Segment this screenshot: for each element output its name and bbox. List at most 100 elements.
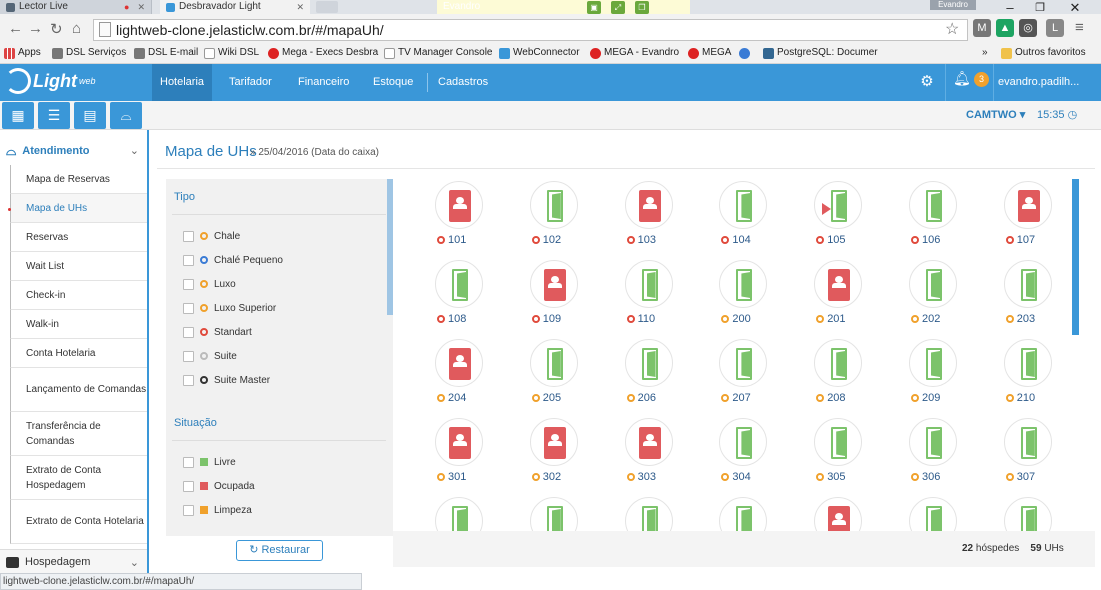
room-card[interactable]: 301 [415, 416, 495, 492]
room-card[interactable]: 306 [889, 416, 969, 492]
room-card[interactable]: 204 [415, 337, 495, 413]
room-card[interactable]: 107 [984, 179, 1064, 255]
list-icon[interactable]: ☰ [38, 102, 70, 129]
profile-badge[interactable]: Evandro [930, 0, 976, 10]
restore-window-icon[interactable]: ❐ [1030, 1, 1050, 14]
nav-hotelaria[interactable]: Hotelaria [152, 64, 213, 101]
room-card[interactable]: 109 [510, 258, 590, 334]
room-card[interactable]: 206 [605, 337, 685, 413]
sidebar-item[interactable]: Mapa de UHs [10, 194, 147, 223]
checkbox[interactable] [183, 350, 194, 362]
service-bell-icon[interactable]: ⌓ [110, 102, 142, 129]
sidebar-item[interactable]: Walk-in [10, 310, 147, 339]
new-tab-button[interactable] [316, 1, 338, 13]
tab-lector-live[interactable]: Lector Live ● ✕ [0, 0, 152, 14]
room-card[interactable]: 200 [699, 258, 779, 334]
checkbox[interactable] [183, 302, 194, 314]
checkbox[interactable] [183, 480, 194, 492]
sidebar-item[interactable]: Conta Hotelaria [10, 339, 147, 368]
checkbox[interactable] [183, 230, 194, 242]
room-card[interactable] [984, 495, 1064, 531]
back-icon[interactable]: ← [8, 20, 23, 37]
sidebar-section-atendimento[interactable]: ⌓ Atendimento ⌄ [0, 138, 147, 163]
checkbox[interactable] [183, 254, 194, 266]
room-card[interactable]: 101 [415, 179, 495, 255]
checkbox[interactable] [183, 504, 194, 516]
bookmark-postgresql[interactable]: PostgreSQL: Documer [763, 45, 878, 61]
room-card[interactable]: 210 [984, 337, 1064, 413]
bookmark-apps[interactable]: Apps [4, 45, 41, 61]
room-card[interactable]: 203 [984, 258, 1064, 334]
filter-option[interactable]: Chale [183, 228, 240, 244]
float-window-icon[interactable]: ❐ [635, 1, 649, 14]
room-card[interactable]: 207 [699, 337, 779, 413]
app-logo[interactable]: Light web [5, 68, 96, 94]
drive-extension-icon[interactable]: ▲ [996, 19, 1014, 37]
room-map-icon[interactable]: ▦ [2, 102, 34, 129]
home-icon[interactable]: ⌂ [72, 20, 81, 37]
room-card[interactable]: 303 [605, 416, 685, 492]
sidebar-item[interactable]: Lançamento de Comandas [10, 368, 147, 412]
bookmark-dsl-email[interactable]: DSL E-mail [134, 45, 198, 61]
room-card[interactable]: 305 [794, 416, 874, 492]
room-card[interactable]: 307 [984, 416, 1064, 492]
sidebar-item[interactable]: Extrato de Conta Hospedagem [10, 456, 147, 500]
filter-option[interactable]: Ocupada [183, 478, 255, 494]
filter-option[interactable]: Luxo [183, 276, 236, 292]
room-card[interactable]: 102 [510, 179, 590, 255]
user-menu[interactable]: evandro.padilh... [998, 64, 1079, 101]
sidebar-item[interactable]: Wait List [10, 252, 147, 281]
bookmark-mega-execs[interactable]: Mega - Execs Desbra [268, 45, 378, 61]
checkbox[interactable] [183, 278, 194, 290]
settings-gear-icon[interactable]: ⚙ [915, 70, 939, 94]
bookmark-other-folder[interactable]: Outros favoritos [1001, 45, 1086, 61]
forward-icon[interactable]: → [28, 20, 43, 37]
room-card[interactable] [889, 495, 969, 531]
sidebar-item[interactable]: Check-in [10, 281, 147, 310]
checkbox[interactable] [183, 326, 194, 338]
property-selector[interactable]: CAMTWO ▾ [966, 101, 1025, 130]
filter-option[interactable]: Suite Master [183, 372, 270, 388]
bookmark-mega[interactable]: MEGA [688, 45, 731, 61]
bookmark-star-icon[interactable]: ☆ [945, 19, 959, 39]
bookmark-wiki-dsl[interactable]: Wiki DSL [204, 45, 259, 61]
room-card[interactable]: 201 [794, 258, 874, 334]
room-card[interactable]: 209 [889, 337, 969, 413]
bookmark-webconnector[interactable]: WebConnector [499, 45, 580, 61]
room-card[interactable] [794, 495, 874, 531]
sidebar-section-hospedagem[interactable]: Hospedagem ⌄ [0, 549, 147, 574]
l-extension-icon[interactable]: L [1046, 19, 1064, 37]
checkbox[interactable] [183, 456, 194, 468]
filter-option[interactable]: Suite [183, 348, 237, 364]
room-card[interactable]: 302 [510, 416, 590, 492]
float-minimize-icon[interactable]: ▣ [587, 1, 601, 14]
nav-estoque[interactable]: Estoque [365, 64, 421, 101]
bell-icon[interactable]: 🔔︎ [953, 70, 971, 87]
room-card[interactable] [699, 495, 779, 531]
extension-icon[interactable]: ◎ [1019, 19, 1037, 37]
menu-icon[interactable]: ≡ [1075, 19, 1084, 36]
room-card[interactable]: 205 [510, 337, 590, 413]
room-card[interactable] [415, 495, 495, 531]
filter-option[interactable]: Chalé Pequeno [183, 252, 283, 268]
room-card[interactable]: 304 [699, 416, 779, 492]
tab-close-icon[interactable]: ✕ [137, 0, 145, 14]
calendar-icon[interactable]: ▤ [74, 102, 106, 129]
tab-close-icon[interactable]: ✕ [296, 0, 304, 14]
filter-option[interactable]: Standart [183, 324, 252, 340]
gmail-extension-icon[interactable]: M [973, 19, 991, 37]
nav-cadastros[interactable]: Cadastros [430, 64, 496, 101]
restore-button[interactable]: ↻ Restaurar [236, 540, 323, 561]
bookmark-tv-manager[interactable]: TV Manager Console [384, 45, 493, 61]
room-card[interactable] [605, 495, 685, 531]
room-card[interactable]: 202 [889, 258, 969, 334]
filter-option[interactable]: Luxo Superior [183, 300, 276, 316]
grid-scrollbar[interactable] [1072, 179, 1079, 335]
reload-icon[interactable]: ↻ [50, 20, 63, 38]
room-card[interactable]: 103 [605, 179, 685, 255]
room-card[interactable]: 106 [889, 179, 969, 255]
sidebar-item[interactable]: Transferência de Comandas [10, 412, 147, 456]
bookmark-mega-evandro[interactable]: MEGA - Evandro [590, 45, 679, 61]
room-card[interactable]: 108 [415, 258, 495, 334]
room-card[interactable]: 208 [794, 337, 874, 413]
